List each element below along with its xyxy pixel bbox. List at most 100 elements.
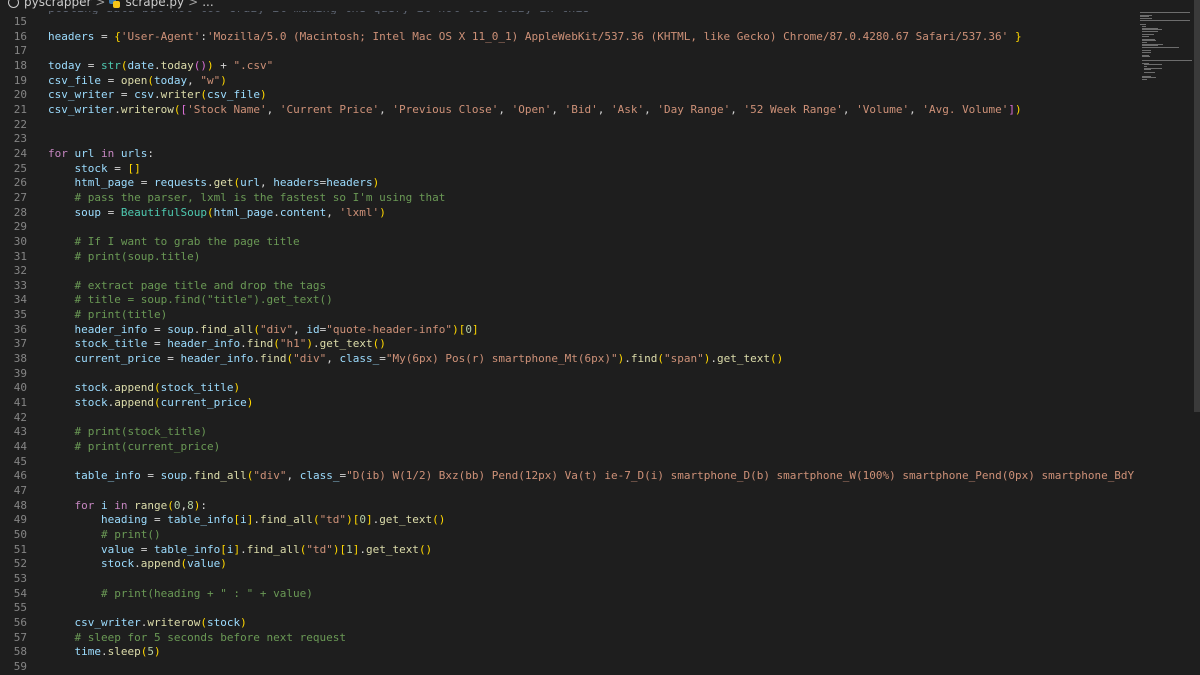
code-line[interactable]: 18 today = str(date.today()) + ".csv" [0,59,1138,74]
code-line[interactable]: 49 heading = table_info[i].find_all("td"… [0,513,1138,528]
code-text: stock_title = header_info.find("h1").get… [48,337,1138,352]
code-line[interactable]: 51 value = table_info[i].find_all("td")[… [0,543,1138,558]
code-line[interactable]: 31 # print(soup.title) [0,250,1138,265]
code-line[interactable]: 41 stock.append(current_price) [0,396,1138,411]
breadcrumb-more[interactable]: ... [202,0,213,9]
code-line[interactable]: 40 stock.append(stock_title) [0,381,1138,396]
code-line[interactable]: 46 table_info = soup.find_all("div", cla… [0,469,1138,484]
code-token: , [187,73,201,87]
code-line[interactable]: 56 csv_writer.writerow(stock) [0,616,1138,631]
code-line[interactable]: 23 [0,132,1138,147]
code-line[interactable]: 35 # print(title) [0,308,1138,323]
code-token: , [266,102,280,116]
code-line[interactable]: 34 # title = soup.find("title").get_text… [0,293,1138,308]
code-token: csv [134,88,154,102]
line-number: 51 [13,542,27,556]
code-token: = [134,176,154,190]
code-token: 0 [465,322,472,336]
code-token: 0 [359,513,366,527]
code-line[interactable]: 15 [0,15,1138,30]
code-line[interactable]: 54 # print(heading + " : " + value) [0,587,1138,602]
code-line[interactable]: 57 # sleep for 5 seconds before next req… [0,631,1138,646]
code-line[interactable]: 52 stock.append(value) [0,557,1138,572]
line-number: 40 [13,381,27,395]
breadcrumb-folder[interactable]: pyscrapper [0,0,91,9]
code-text: # title = soup.find("title").get_text() [48,293,1138,308]
code-token: "h1" [279,337,307,351]
code-token: 'lxml' [339,205,380,219]
code-line[interactable]: 30 # If I want to grab the page title [0,235,1138,250]
code-line[interactable]: 53 [0,572,1138,587]
code-line[interactable]: 20 csv_writer = csv.writer(csv_file) [0,88,1138,103]
minimap-line [1140,11,1190,13]
code-line[interactable]: 26 html_page = requests.get(url, headers… [0,176,1138,191]
code-token: get_text [717,352,770,366]
code-line[interactable]: 36 header_info = soup.find_all("div", id… [0,323,1138,338]
scrollbar-thumb[interactable] [1194,0,1200,412]
minimap-line [1142,35,1149,37]
code-line[interactable]: 33 # extract page title and drop the tag… [0,279,1138,294]
code-line[interactable]: 42 [0,411,1138,426]
line-number: 57 [13,630,27,644]
code-text: today = str(date.today()) + ".csv" [48,59,1138,74]
code-line[interactable]: 25 stock = [] [0,162,1138,177]
code-line[interactable]: 58 time.sleep(5) [0,645,1138,660]
code-line[interactable]: 37 stock_title = header_info.find("h1").… [0,337,1138,352]
code-text: soup = BeautifulSoup(html_page.content, … [48,206,1138,221]
code-line[interactable]: 19 csv_file = open(today, "w") [0,74,1138,89]
code-token: 'Open' [511,102,552,116]
line-number: 21 [13,102,27,116]
code-token: ] [471,322,479,336]
code-line[interactable]: 50 # print() [0,528,1138,543]
code-line[interactable]: 29 [0,220,1138,235]
code-token: '52 Week Range' [743,102,843,116]
code-line[interactable]: 59 [0,660,1138,675]
code-token: ( [273,337,280,351]
code-line[interactable]: 21 csv_writer.writerow(['Stock Name', 'Cu… [0,103,1138,118]
minimap-line [1142,78,1147,80]
code-line[interactable]: 47 [0,484,1138,499]
line-number: 23 [13,132,27,146]
code-token: : [200,498,207,512]
code-token: headers [273,176,320,190]
code-line[interactable]: 28 soup = BeautifulSoup(html_page.conten… [0,206,1138,221]
code-token: = [147,513,168,527]
code-line[interactable]: 27 # pass the parser, lxml is the fastes… [0,191,1138,206]
code-token: , [259,176,274,190]
code-line[interactable]: 24 for url in urls: [0,147,1138,162]
line-number: 44 [13,440,27,454]
minimap[interactable] [1138,0,1194,675]
code-token: () [418,542,433,556]
code-line[interactable]: 44 # print(current_price) [0,440,1138,455]
code-line[interactable]: 16 headers = {'User-Agent':'Mozilla/5.0 (… [0,30,1138,45]
code-text: table_info = soup.find_all("div", class_… [48,469,1138,484]
code-line[interactable]: 39 [0,367,1138,382]
code-token: "td" [319,513,347,527]
vertical-scrollbar[interactable] [1194,0,1200,675]
code-text: csv_file = open(today, "w") [48,74,1138,89]
code-line[interactable]: 55 [0,601,1138,616]
code-token: ) [220,73,227,87]
code-line[interactable]: 48 for i in range(0,8): [0,499,1138,514]
code-line[interactable]: 32 [0,264,1138,279]
code-token: . [206,176,214,190]
code-token: header_info [180,352,254,366]
code-token: append [114,381,154,395]
code-line[interactable]: 45 [0,455,1138,470]
code-line[interactable]: 22 [0,118,1138,133]
code-line[interactable]: 43 # print(stock_title) [0,425,1138,440]
code-token: find_all [259,513,313,527]
code-editor[interactable]: 15 16 headers = {'User-Agent':'Mozilla/5.0… [0,15,1138,675]
code-line[interactable]: 17 [0,44,1138,59]
code-token: find [259,352,287,366]
code-token: url [240,176,260,190]
code-token: ) [346,513,353,527]
breadcrumb-file[interactable]: scrape.py [109,0,184,9]
code-line[interactable]: 38 current_price = header_info.find("div… [0,352,1138,367]
